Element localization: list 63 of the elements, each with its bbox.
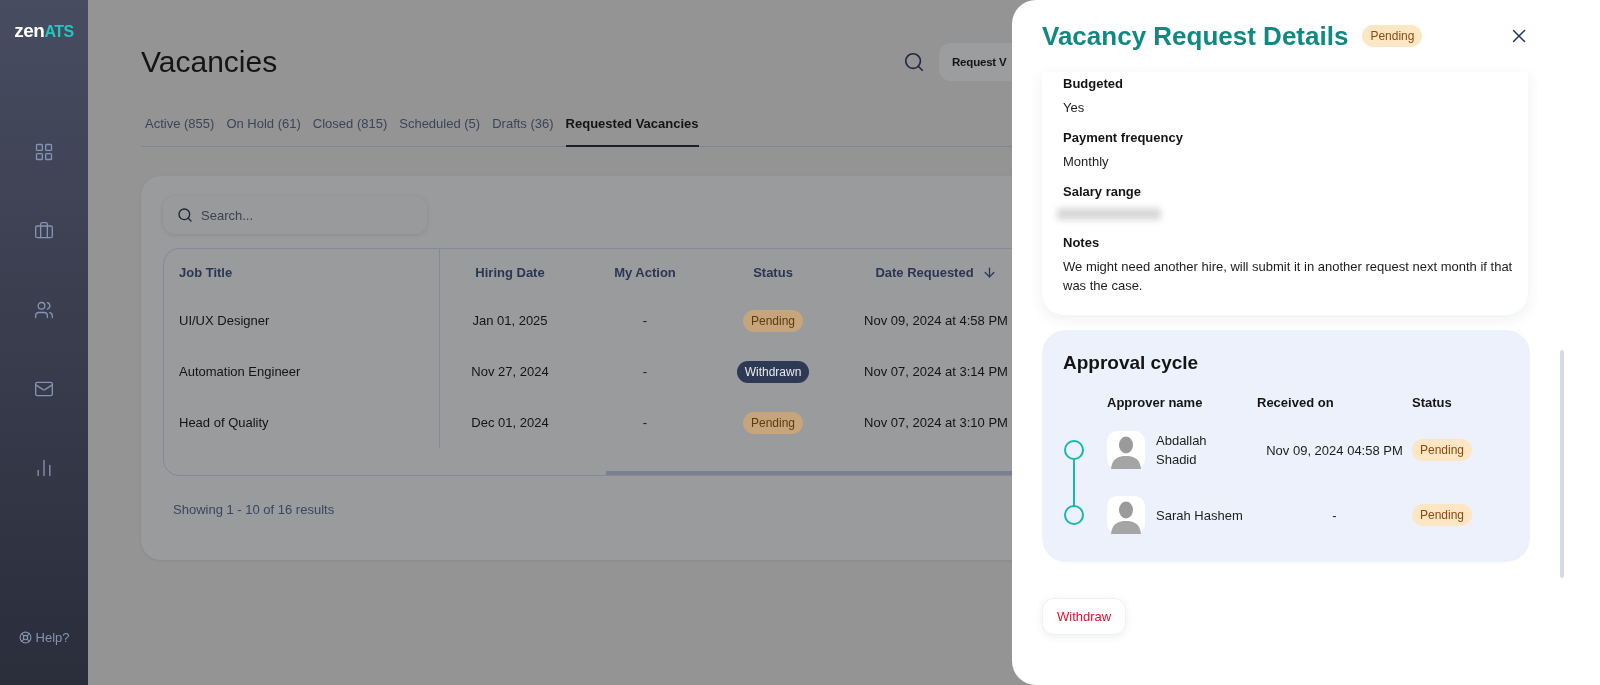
panel-title: Vacancy Request Details bbox=[1042, 20, 1349, 52]
field-label: Payment frequency bbox=[1063, 130, 1184, 145]
table-cell-text: Nov 27, 2024 bbox=[470, 363, 550, 381]
field-label: Budgeted bbox=[1063, 76, 1124, 91]
search-icon[interactable] bbox=[903, 51, 925, 73]
field-value: Yes bbox=[1063, 99, 1086, 117]
help-link[interactable]: Help? bbox=[18, 630, 70, 645]
field-value: Monthly bbox=[1063, 153, 1110, 171]
column-header: Approver name bbox=[1107, 394, 1204, 410]
table-cell-text: - bbox=[641, 312, 649, 330]
field-value: We might need another hire, will submit it in another request next month if that was the case. bbox=[1063, 258, 1513, 295]
search-icon bbox=[177, 207, 193, 223]
briefcase-icon[interactable] bbox=[34, 221, 54, 241]
approver-name: Sarah Hashem bbox=[1156, 506, 1244, 525]
column-header[interactable]: Status bbox=[710, 249, 836, 295]
table-cell: UI/UX Designer bbox=[164, 295, 440, 346]
received-date: - bbox=[1331, 507, 1338, 523]
logo: zenATS bbox=[14, 20, 74, 42]
tab[interactable]: On Hold (61) bbox=[226, 116, 301, 147]
grid-icon[interactable] bbox=[34, 142, 54, 162]
table-cell-text: Jan 01, 2025 bbox=[471, 312, 549, 330]
column-header: Status bbox=[1412, 394, 1453, 410]
status-badge: Pending bbox=[1362, 25, 1423, 47]
status-badge: Withdrawn bbox=[736, 360, 810, 383]
scrollbar[interactable] bbox=[1560, 350, 1564, 578]
withdraw-button[interactable]: Withdraw bbox=[1042, 598, 1127, 635]
received-date: Nov 09, 2024 04:58 PM bbox=[1265, 442, 1404, 458]
request-vacancy-button[interactable]: Request V bbox=[939, 43, 1012, 81]
status-badge: Pending bbox=[742, 309, 803, 332]
search-field[interactable]: Search... bbox=[163, 196, 427, 234]
table-cell-text: Nov 09, 2024 at 4:58 PM bbox=[863, 312, 1009, 330]
tab[interactable]: Drafts (36) bbox=[492, 116, 554, 147]
status-badge: Pending bbox=[742, 411, 803, 434]
table-cell-text: Nov 07, 2024 at 3:10 PM bbox=[863, 414, 1009, 432]
page-title: Vacancies bbox=[141, 45, 279, 79]
status-badge: Pending bbox=[1412, 439, 1473, 461]
status-badge: Pending bbox=[1412, 504, 1473, 526]
column-header[interactable]: Hiring Date bbox=[440, 249, 580, 295]
avatar-icon bbox=[1107, 431, 1145, 469]
tab[interactable]: Closed (815) bbox=[312, 116, 388, 147]
approver-name: Abdallah Shadid bbox=[1156, 432, 1208, 469]
avatar-icon bbox=[1107, 496, 1145, 534]
mail-icon[interactable] bbox=[34, 379, 54, 399]
table-cell: Head of Quality bbox=[164, 397, 440, 448]
table-cell: Automation Engineer bbox=[164, 346, 440, 397]
help-icon bbox=[18, 631, 32, 644]
column-header: Received on bbox=[1257, 394, 1335, 410]
column-header[interactable]: Date Requested bbox=[836, 249, 1012, 295]
tab[interactable]: Scheduled (5) bbox=[399, 116, 481, 147]
field-label: Notes bbox=[1063, 235, 1101, 250]
column-header[interactable]: Job Title bbox=[164, 249, 440, 295]
users-icon[interactable] bbox=[34, 300, 54, 320]
table-cell-text: Nov 07, 2024 at 3:14 PM bbox=[863, 363, 1009, 381]
section-title: Approval cycle bbox=[1063, 352, 1200, 374]
column-header[interactable]: My Action bbox=[580, 249, 710, 295]
field-label: Salary range bbox=[1063, 184, 1143, 199]
sort-arrow-icon[interactable] bbox=[981, 264, 997, 280]
tab[interactable]: Active (855) bbox=[145, 116, 215, 147]
table-cell-text: - bbox=[641, 363, 649, 381]
tab[interactable]: Requested Vacancies bbox=[565, 116, 699, 147]
table-cell-text: Dec 01, 2024 bbox=[470, 414, 550, 432]
table-cell-text: - bbox=[641, 414, 649, 432]
pagination-text: Showing 1 - 10 of 16 results bbox=[173, 502, 336, 517]
